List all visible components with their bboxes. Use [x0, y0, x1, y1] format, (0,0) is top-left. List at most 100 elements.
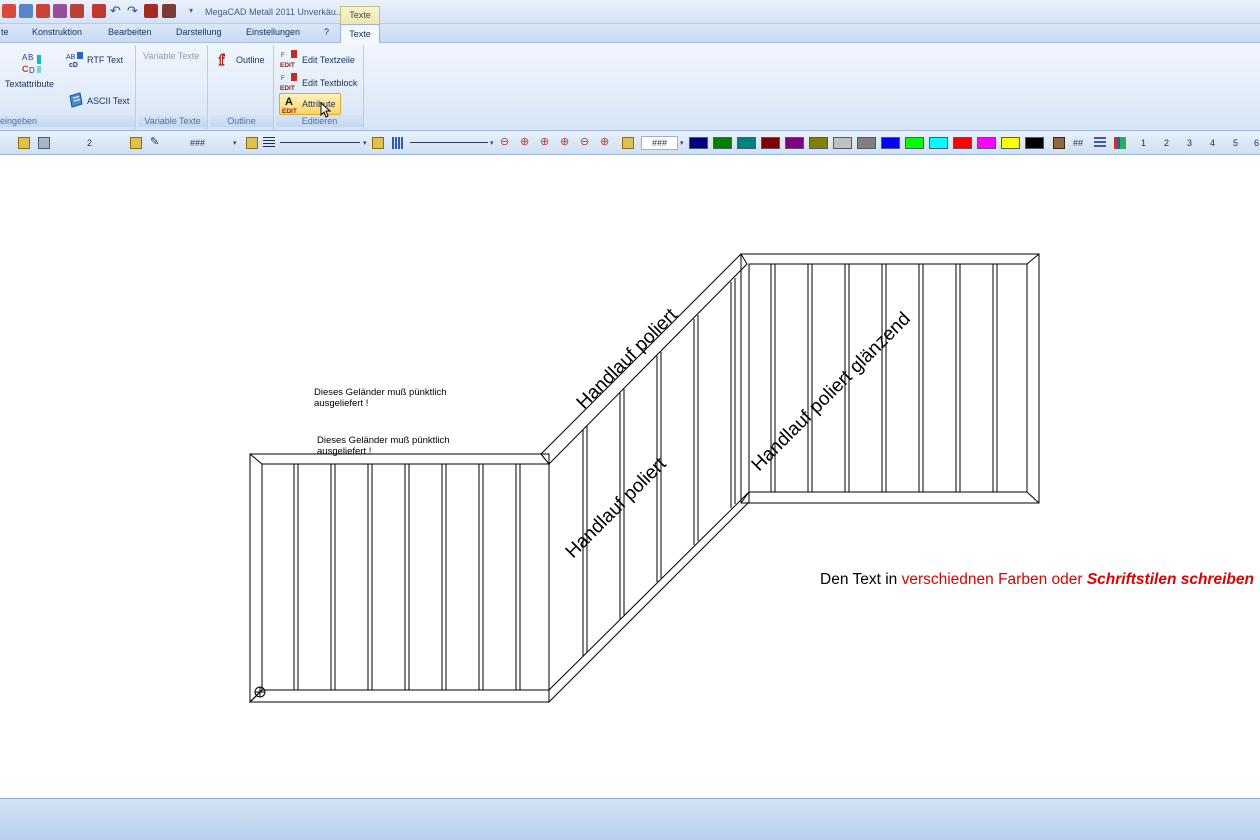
chevron-down-icon[interactable]: ▾: [680, 139, 684, 147]
zoom-all-icon[interactable]: ⊕: [560, 137, 572, 149]
text-edit-icon[interactable]: [162, 4, 176, 18]
chevron-down-icon[interactable]: ▾: [233, 139, 237, 147]
tab-start[interactable]: te: [1, 27, 9, 37]
color-swatch-lime[interactable]: [905, 137, 924, 149]
tab-darstellung[interactable]: Darstellung: [176, 27, 222, 37]
pattern-value[interactable]: ###: [190, 138, 205, 148]
ribbon-tab-bar: te Konstruktion Bearbeiten Darstellung E…: [0, 24, 1260, 44]
redo-icon[interactable]: ↷: [127, 4, 141, 18]
diag-top-rail: [540, 253, 748, 465]
edit-textblock-icon: F EDIT: [280, 72, 300, 92]
color-swatch-purple[interactable]: [785, 137, 804, 149]
group-label-outline: Outline: [210, 115, 273, 127]
caption[interactable]: Den Text in verschiednen Farben oder Sch…: [820, 571, 1254, 588]
lock-icon[interactable]: [130, 137, 142, 149]
title-bar: ↶ ↷ ▾ MegaCAD Metall 2011 Unverkäu... Te…: [0, 0, 1260, 24]
right-frame-inner: [748, 263, 1028, 493]
tab-texte[interactable]: Texte: [340, 24, 380, 44]
lock-icon[interactable]: [246, 137, 258, 149]
caption-red-bold-italic: Schriftstilen schreiben: [1087, 571, 1254, 588]
zoom-previous-icon[interactable]: ⊖: [580, 137, 592, 149]
color-swatch-yellow[interactable]: [1001, 137, 1020, 149]
tab-bearbeiten[interactable]: Bearbeiten: [108, 27, 152, 37]
color-swatch-red[interactable]: [953, 137, 972, 149]
caption-black: Den Text in: [820, 571, 902, 588]
variable-texte-button[interactable]: Variable Texte: [143, 51, 199, 61]
note-1-line1[interactable]: Dieses Geländer muß pünktlich: [314, 387, 447, 398]
tab-konstruktion[interactable]: Konstruktion: [32, 27, 82, 37]
color-swatch-black[interactable]: [1025, 137, 1044, 149]
view-number-3[interactable]: 3: [1187, 138, 1192, 148]
color-swatch-teal[interactable]: [737, 137, 756, 149]
color-swatch-olive[interactable]: [809, 137, 828, 149]
lock-icon[interactable]: [622, 137, 634, 149]
caption-red: verschiednen Farben oder: [902, 571, 1087, 588]
line-width-icon[interactable]: [263, 137, 275, 149]
line-style-preview[interactable]: [280, 142, 360, 143]
edit-textzeile-button[interactable]: Edit Textzeile: [302, 55, 355, 65]
tab-einstellungen[interactable]: Einstellungen: [246, 27, 300, 37]
chevron-down-icon[interactable]: ▾: [490, 139, 494, 147]
group-eingeben: A B C D Textattribute AB cD RTF Text ASC…: [0, 45, 136, 129]
quick-access-more-icon[interactable]: ▾: [189, 6, 193, 15]
text-style-field[interactable]: ###: [641, 136, 678, 150]
label-middle-rail[interactable]: Handlauf poliert: [562, 453, 671, 562]
rtf-text-button[interactable]: RTF Text: [87, 55, 123, 65]
note-2-line1[interactable]: Dieses Geländer muß pünktlich: [317, 435, 450, 446]
pen-icon[interactable]: ✎: [150, 137, 162, 149]
label-upper-rail[interactable]: Handlauf poliert: [573, 304, 682, 413]
ascii-text-button[interactable]: ASCII Text: [87, 96, 129, 106]
hash-button[interactable]: ##: [1073, 138, 1083, 148]
color-swatch-magenta[interactable]: [977, 137, 996, 149]
attribute-button[interactable]: A EDIT Attribute: [279, 93, 341, 118]
text-tool-icon[interactable]: [144, 4, 158, 18]
undo-icon[interactable]: ↶: [110, 4, 124, 18]
view-number-4[interactable]: 4: [1210, 138, 1215, 148]
color-swatch-gray[interactable]: [857, 137, 876, 149]
color-swatch-navy[interactable]: [689, 137, 708, 149]
drawing-svg[interactable]: Dieses Geländer muß pünktlich ausgeliefe…: [0, 156, 1260, 798]
view-number-1[interactable]: 1: [1141, 138, 1146, 148]
color-swatch-maroon[interactable]: [761, 137, 780, 149]
svg-text:F: F: [281, 76, 285, 82]
snap-icon[interactable]: [70, 4, 84, 18]
color-swatch-green[interactable]: [713, 137, 732, 149]
plot-icon[interactable]: [92, 4, 106, 18]
abc-c: C: [22, 64, 29, 74]
view-number-5[interactable]: 5: [1233, 138, 1238, 148]
palette-icon[interactable]: [1114, 137, 1126, 149]
chevron-down-icon[interactable]: ▾: [363, 139, 367, 147]
line-type-preview[interactable]: [410, 142, 488, 143]
zoom-in-icon[interactable]: ⊕: [520, 137, 532, 149]
zoom-out-icon[interactable]: ⊖: [500, 137, 512, 149]
rtf-text-icon: AB cD: [66, 51, 83, 69]
drawing-canvas[interactable]: Dieses Geländer muß pünktlich ausgeliefe…: [0, 156, 1260, 798]
list-icon[interactable]: [1094, 137, 1106, 149]
color-picker-icon[interactable]: [1053, 137, 1065, 149]
textattribute-button[interactable]: Textattribute: [5, 79, 54, 89]
color-swatch-cyan[interactable]: [929, 137, 948, 149]
open-icon[interactable]: [19, 4, 33, 18]
label-right-rail[interactable]: Handlauf poliert glänzend: [748, 308, 915, 475]
note-1-line2[interactable]: ausgeliefert !: [314, 398, 368, 409]
print-icon[interactable]: [53, 4, 67, 18]
view-number-6[interactable]: 6: [1254, 138, 1259, 148]
layer-value[interactable]: 2: [87, 138, 92, 148]
lock-icon[interactable]: [18, 137, 30, 149]
note-2-line2[interactable]: ausgeliefert !: [317, 446, 371, 457]
zoom-window-icon[interactable]: ⊕: [540, 137, 552, 149]
edit-textblock-button[interactable]: Edit Textblock: [302, 78, 357, 88]
outline-button[interactable]: Outline: [236, 55, 265, 65]
hatch-icon[interactable]: [392, 137, 404, 149]
color-swatch-blue[interactable]: [881, 137, 900, 149]
left-frame-outer: [249, 453, 550, 703]
layer-icon[interactable]: [38, 137, 50, 149]
save-icon[interactable]: [36, 4, 50, 18]
new-icon[interactable]: [2, 4, 16, 18]
tab-help[interactable]: ?: [324, 27, 329, 37]
outline-icon: f: [217, 50, 233, 69]
pan-icon[interactable]: ⊕: [600, 137, 612, 149]
color-swatch-silver[interactable]: [833, 137, 852, 149]
view-number-2[interactable]: 2: [1164, 138, 1169, 148]
lock-icon[interactable]: [372, 137, 384, 149]
